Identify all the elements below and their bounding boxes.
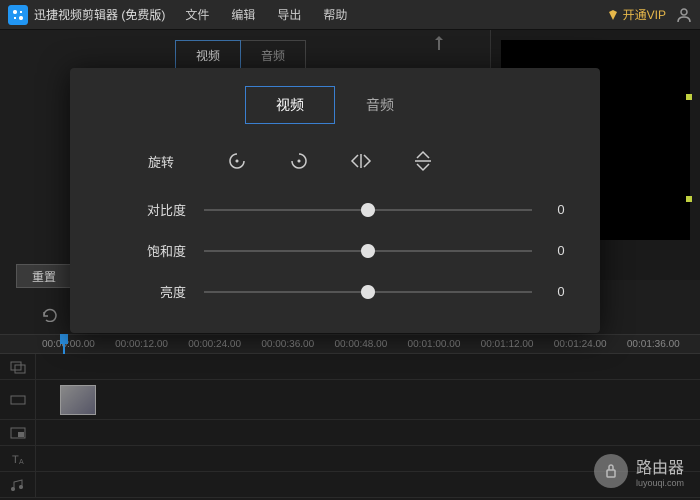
timeline-ruler[interactable]: 00:00:00.00 00:00:12.00 00:00:24.00 00:0… <box>0 334 700 354</box>
bg-tab-video[interactable]: 视频 <box>175 40 241 71</box>
saturation-row: 饱和度 0 <box>98 241 572 260</box>
contrast-value: 0 <box>550 202 572 217</box>
reset-button[interactable]: 重置 <box>16 264 72 288</box>
saturation-label: 饱和度 <box>130 241 186 260</box>
time-mark: 00:01:00.00 <box>408 339 481 350</box>
scroll-up-icon[interactable] <box>432 34 446 52</box>
svg-text:T: T <box>12 454 19 466</box>
watermark-title: 路由器 <box>636 454 684 478</box>
time-mark: 00:01:24.00 <box>554 339 627 350</box>
flip-vertical-icon[interactable] <box>410 148 436 174</box>
bg-tab-audio[interactable]: 音频 <box>241 40 306 71</box>
audio-track-icon <box>0 472 36 497</box>
time-mark: 00:00:24.00 <box>188 339 261 350</box>
tab-video[interactable]: 视频 <box>245 86 335 124</box>
crop-handle[interactable] <box>686 196 692 202</box>
adjust-tabs: 视频 音频 <box>98 86 572 124</box>
playhead[interactable] <box>60 334 68 344</box>
saturation-slider[interactable] <box>204 250 532 252</box>
user-icon[interactable] <box>676 7 692 23</box>
watermark-icon <box>594 454 628 488</box>
app-title: 迅捷视频剪辑器 (免费版) <box>34 6 165 23</box>
video-clip[interactable] <box>60 385 96 415</box>
vip-button[interactable]: 开通VIP <box>607 6 666 23</box>
slider-thumb[interactable] <box>361 285 375 299</box>
time-mark: 00:01:12.00 <box>481 339 554 350</box>
diamond-icon <box>607 9 619 21</box>
contrast-label: 对比度 <box>130 200 186 219</box>
pip-track-icon <box>0 420 36 445</box>
slider-thumb[interactable] <box>361 203 375 217</box>
video-track-row[interactable] <box>0 380 700 420</box>
brightness-row: 亮度 0 <box>98 282 572 301</box>
rotate-controls: 旋转 <box>98 148 572 174</box>
main-menu: 文件 编辑 导出 帮助 <box>185 6 347 23</box>
crop-handle[interactable] <box>686 94 692 100</box>
overlay-track-icon <box>0 354 36 379</box>
slider-thumb[interactable] <box>361 244 375 258</box>
menu-export[interactable]: 导出 <box>277 6 301 23</box>
undo-icon[interactable] <box>40 308 58 322</box>
tab-audio[interactable]: 音频 <box>335 86 425 124</box>
contrast-row: 对比度 0 <box>98 200 572 219</box>
time-mark: 00:00:36.00 <box>261 339 334 350</box>
brightness-slider[interactable] <box>204 291 532 293</box>
rotate-cw-icon[interactable] <box>286 148 312 174</box>
time-mark: 00:00:12.00 <box>115 339 188 350</box>
time-mark: 00:00:48.00 <box>334 339 407 350</box>
svg-text:A: A <box>19 459 24 466</box>
adjust-panel: 视频 音频 旋转 对比度 0 饱和度 0 亮度 <box>70 68 600 333</box>
time-mark: 00:00:00.00 <box>42 339 115 350</box>
brightness-value: 0 <box>550 284 572 299</box>
time-mark: 00:01:36.00 <box>627 339 700 350</box>
bg-panel-tabs: 视频 音频 <box>175 40 306 71</box>
text-track-icon: TA <box>0 446 36 471</box>
video-track-icon <box>0 380 36 419</box>
track-row[interactable] <box>0 420 700 446</box>
contrast-slider[interactable] <box>204 209 532 211</box>
track-row[interactable] <box>0 354 700 380</box>
title-bar: 迅捷视频剪辑器 (免费版) 文件 编辑 导出 帮助 开通VIP <box>0 0 700 30</box>
saturation-value: 0 <box>550 243 572 258</box>
rotate-label: 旋转 <box>148 152 188 171</box>
menu-file[interactable]: 文件 <box>185 6 209 23</box>
flip-horizontal-icon[interactable] <box>348 148 374 174</box>
watermark: 路由器 luyouqi.com <box>594 454 684 488</box>
menu-edit[interactable]: 编辑 <box>231 6 255 23</box>
watermark-sub: luyouqi.com <box>636 478 684 488</box>
rotate-ccw-icon[interactable] <box>224 148 250 174</box>
brightness-label: 亮度 <box>130 282 186 301</box>
menu-help[interactable]: 帮助 <box>323 6 347 23</box>
app-logo <box>8 5 28 25</box>
